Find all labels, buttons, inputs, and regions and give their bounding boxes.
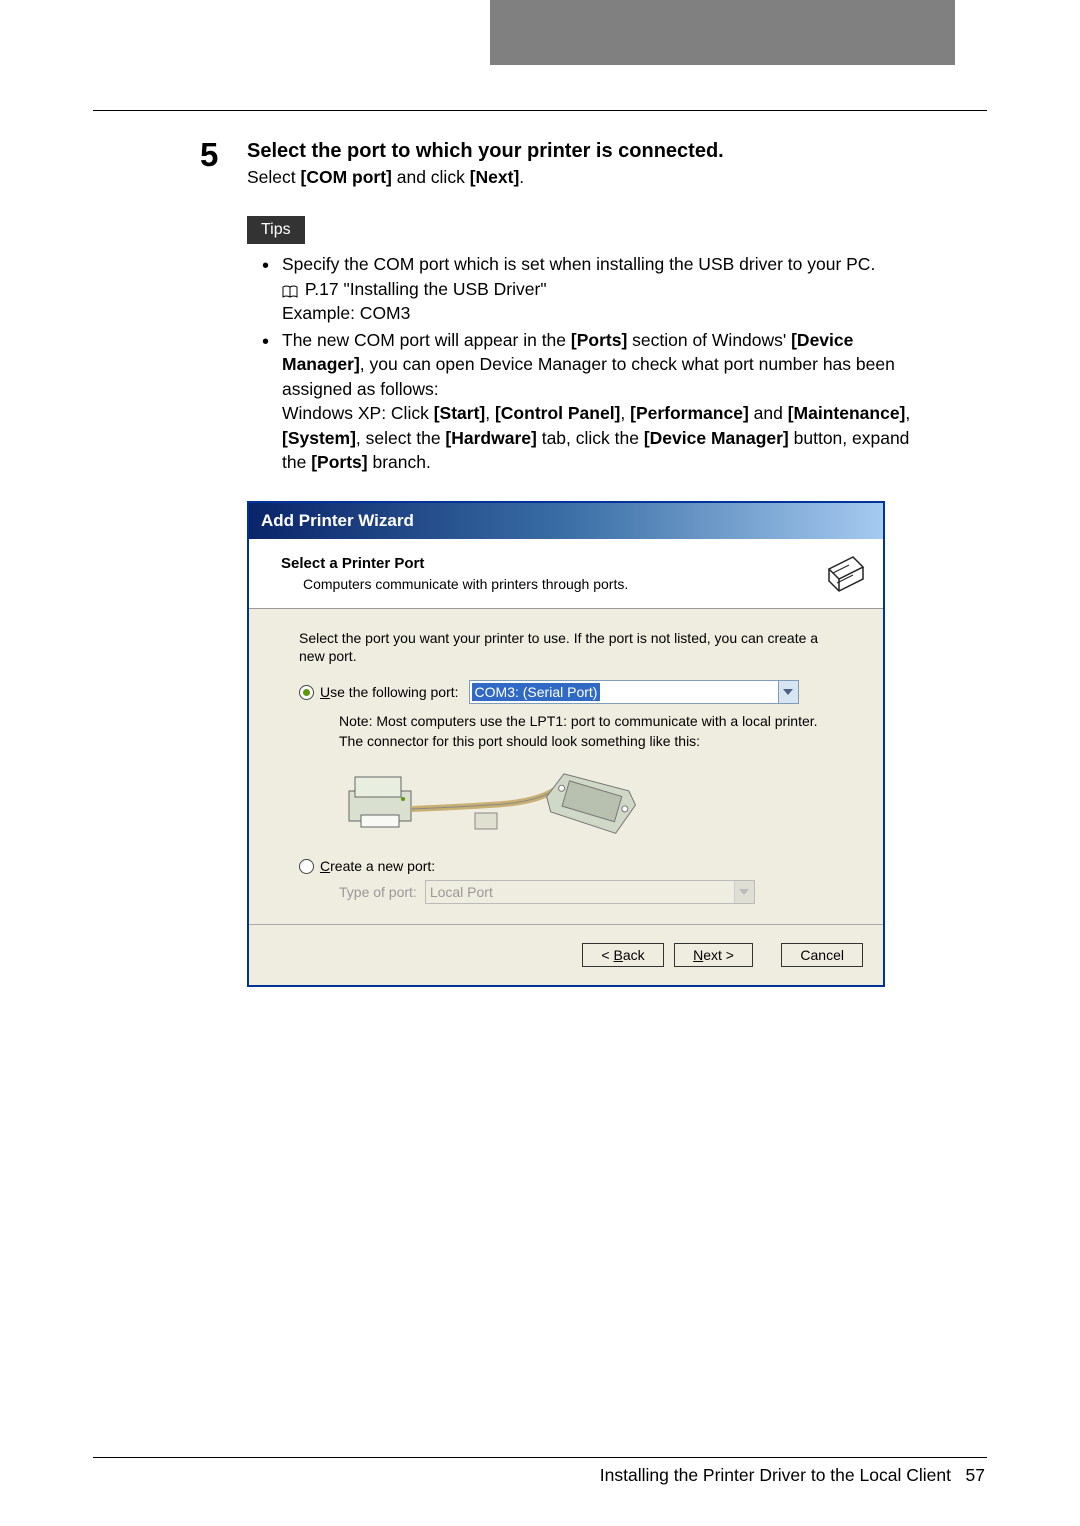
t2e: , you can open Device Manager to check w… xyxy=(282,354,895,399)
step-subtext: Select [COM port] and click [Next]. xyxy=(247,167,938,188)
radio-circle-unselected xyxy=(299,859,314,874)
wizard-titlebar: Add Printer Wizard xyxy=(249,503,883,539)
add-printer-wizard-dialog: Add Printer Wizard Select a Printer Port… xyxy=(247,501,885,988)
step-subtext-mid: and click xyxy=(392,167,470,187)
wizard-footer: < Back Next > Cancel xyxy=(249,924,883,985)
book-icon xyxy=(282,285,298,299)
bottom-divider xyxy=(93,1457,987,1458)
step-number: 5 xyxy=(200,136,218,174)
wizard-body: Select the port you want your printer to… xyxy=(249,609,883,925)
type-of-port-dropdown: Local Port xyxy=(425,880,755,904)
t2h: , xyxy=(485,403,495,423)
note-line1: Note: Most computers use the LPT1: port … xyxy=(339,713,818,729)
next-button[interactable]: Next > xyxy=(674,943,753,967)
tips-1-ref: P.17 "Installing the USB Driver" xyxy=(305,279,547,299)
top-divider xyxy=(93,110,987,111)
step-subtext-bold2: [Next] xyxy=(470,167,520,187)
step-subtext-suffix: . xyxy=(519,167,524,187)
step-subtext-prefix: Select xyxy=(247,167,301,187)
tips-1-line1: Specify the COM port which is set when i… xyxy=(282,254,875,274)
radio-use-label: Use the following port: xyxy=(320,684,459,700)
t2j: , xyxy=(620,403,630,423)
t2i: [Control Panel] xyxy=(495,403,620,423)
back-prefix: < xyxy=(601,947,613,963)
tips-item-2: The new COM port will appear in the [Por… xyxy=(260,328,938,475)
radio-create-u: C xyxy=(320,858,330,874)
radio-create-rest: reate a new port: xyxy=(330,858,435,874)
port-select-dropdown[interactable]: COM3: (Serial Port) xyxy=(469,680,799,704)
wizard-header-sub: Computers communicate with printers thro… xyxy=(303,576,863,592)
radio-circle-selected xyxy=(299,685,314,700)
t2r: tab, click the xyxy=(537,428,644,448)
t2b: [Ports] xyxy=(571,330,627,350)
back-rest: ack xyxy=(623,947,645,963)
note-line2: The connector for this port should look … xyxy=(339,733,700,749)
step-heading: Select the port to which your printer is… xyxy=(247,140,938,163)
header-gray-block xyxy=(490,0,955,65)
t2n: , xyxy=(905,403,910,423)
radio-use-following-port[interactable]: Use the following port: COM3: (Serial Po… xyxy=(299,680,833,704)
type-of-port-value: Local Port xyxy=(430,884,493,900)
t2v: branch. xyxy=(368,452,431,472)
radio-create-label: Create a new port: xyxy=(320,858,435,874)
wizard-body-intro: Select the port you want your printer to… xyxy=(299,629,833,667)
radio-use-rest: se the following port: xyxy=(330,684,458,700)
t2g: [Start] xyxy=(434,403,486,423)
type-of-port-row: Type of port: Local Port xyxy=(339,880,833,904)
printer-port-icon xyxy=(823,553,867,597)
page-number: 57 xyxy=(966,1465,985,1485)
type-of-port-label: Type of port: xyxy=(339,884,417,900)
radio-create-new-port[interactable]: Create a new port: xyxy=(299,858,833,874)
tips-1-line3: Example: COM3 xyxy=(282,303,410,323)
t2o: [System] xyxy=(282,428,356,448)
wizard-header: Select a Printer Port Computers communic… xyxy=(249,539,883,609)
t2s: [Device Manager] xyxy=(644,428,789,448)
chevron-down-icon[interactable] xyxy=(778,681,798,703)
step-subtext-bold1: [COM port] xyxy=(301,167,392,187)
back-button[interactable]: < Back xyxy=(582,943,663,967)
t2f: Windows XP: Click xyxy=(282,403,434,423)
tips-item-1: Specify the COM port which is set when i… xyxy=(260,252,938,326)
connector-illustration xyxy=(339,757,833,840)
t2k: [Performance] xyxy=(630,403,749,423)
content-area: 5 Select the port to which your printer … xyxy=(205,140,938,987)
cancel-button[interactable]: Cancel xyxy=(781,943,863,967)
port-note: Note: Most computers use the LPT1: port … xyxy=(339,712,833,751)
t2p: , select the xyxy=(356,428,446,448)
radio-use-u: U xyxy=(320,684,330,700)
wizard-header-title: Select a Printer Port xyxy=(281,555,863,572)
next-u: N xyxy=(693,947,703,963)
t2q: [Hardware] xyxy=(445,428,536,448)
chevron-down-icon-disabled xyxy=(734,881,754,903)
footer-text: Installing the Printer Driver to the Loc… xyxy=(600,1465,985,1486)
t2u: [Ports] xyxy=(311,452,367,472)
t2c: section of Windows' xyxy=(627,330,791,350)
back-u: B xyxy=(613,947,622,963)
t2m: [Maintenance] xyxy=(788,403,906,423)
port-select-value: COM3: (Serial Port) xyxy=(472,683,601,701)
tips-label: Tips xyxy=(247,216,305,244)
tips-list: Specify the COM port which is set when i… xyxy=(260,252,938,475)
next-rest: ext > xyxy=(703,947,734,963)
t2l: and xyxy=(749,403,788,423)
t2a: The new COM port will appear in the xyxy=(282,330,571,350)
footer-label: Installing the Printer Driver to the Loc… xyxy=(600,1465,951,1485)
